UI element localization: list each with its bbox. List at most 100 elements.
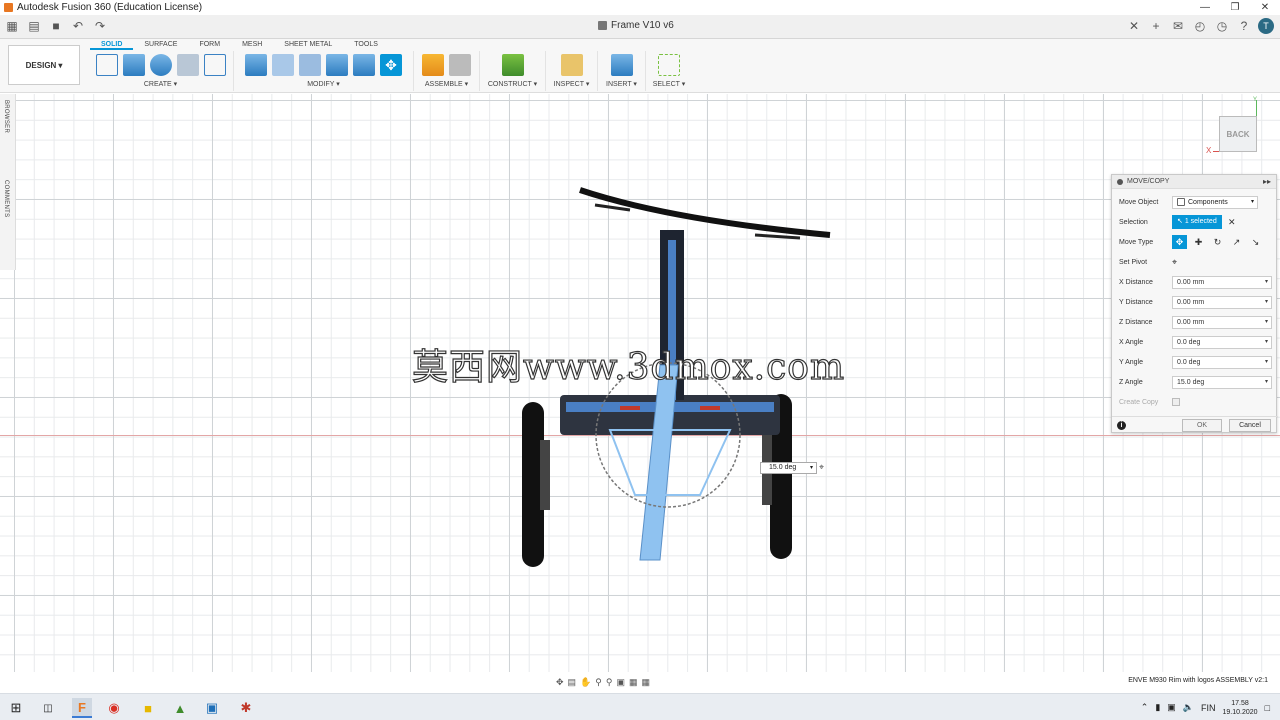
close-tab-icon[interactable]: ✕ xyxy=(1126,18,1142,34)
app-red-icon[interactable]: ✱ xyxy=(236,698,256,718)
x-distance-input[interactable]: 0.00 mm ▾ xyxy=(1172,275,1272,289)
display-settings-icon[interactable]: ▣ xyxy=(616,677,625,688)
zoom-icon[interactable]: ⚲ xyxy=(595,677,602,688)
y-angle-input[interactable]: 0.0 deg ▾ xyxy=(1172,355,1272,369)
comments-tab[interactable]: COMMENTS xyxy=(3,180,9,217)
create-sketch-icon[interactable] xyxy=(95,54,118,76)
tab-surface[interactable]: SURFACE xyxy=(133,40,188,50)
insert-menu[interactable]: INSERT ▾ xyxy=(606,80,637,88)
view-cube[interactable]: BACK xyxy=(1219,116,1257,152)
tab-form[interactable]: FORM xyxy=(188,40,231,50)
press-pull-icon[interactable] xyxy=(245,54,267,76)
new-component-icon[interactable] xyxy=(422,54,444,76)
volume-icon[interactable]: 🔈 xyxy=(1183,702,1194,713)
ok-button[interactable]: OK xyxy=(1182,419,1222,432)
windows-taskbar: ⊞ ◫ F ◉ ■ ▲ ▣ ✱ ⌃ ▮ ▣ 🔈 FIN 17.58 19.10.… xyxy=(0,693,1280,720)
help-icon[interactable]: ? xyxy=(1236,18,1252,34)
notifications-icon[interactable]: ◴ xyxy=(1192,18,1208,34)
grid-settings-icon[interactable]: ▦ xyxy=(629,677,638,688)
point-to-point-icon[interactable]: ↗ xyxy=(1229,235,1244,249)
construct-menu[interactable]: CONSTRUCT ▾ xyxy=(488,80,537,88)
y-distance-input[interactable]: 0.00 mm ▾ xyxy=(1172,295,1272,309)
pattern-icon[interactable] xyxy=(203,54,226,76)
move-copy-icon[interactable]: ✥ xyxy=(380,54,402,76)
app-green-icon[interactable]: ▲ xyxy=(170,698,190,718)
task-view-icon[interactable]: ◫ xyxy=(38,698,58,718)
combine-icon[interactable] xyxy=(353,54,375,76)
restore-button[interactable]: ❐ xyxy=(1220,0,1250,15)
minimize-button[interactable]: — xyxy=(1190,0,1220,15)
assemble-menu[interactable]: ASSEMBLE ▾ xyxy=(425,80,468,88)
x-angle-input[interactable]: 0.0 deg ▾ xyxy=(1172,335,1272,349)
workspace-switcher[interactable]: DESIGN ▾ xyxy=(8,45,80,85)
notifications-center-icon[interactable]: □ xyxy=(1265,703,1270,713)
new-tab-icon[interactable]: + xyxy=(1148,18,1164,34)
chrome-icon[interactable]: ◉ xyxy=(104,698,124,718)
grid-menu-icon[interactable]: ▦ xyxy=(4,18,20,34)
document-tab[interactable]: Frame V10 v6 xyxy=(598,20,674,31)
close-button[interactable]: ✕ xyxy=(1250,0,1280,15)
file-icon[interactable]: ▤ xyxy=(26,18,42,34)
photos-icon[interactable]: ▣ xyxy=(202,698,222,718)
tab-tools[interactable]: TOOLS xyxy=(343,40,389,50)
selected-component[interactable] xyxy=(639,364,679,561)
z-angle-input[interactable]: 15.0 deg ▾ xyxy=(1172,375,1272,389)
extrude-icon[interactable] xyxy=(122,54,145,76)
inspect-menu[interactable]: INSPECT ▾ xyxy=(554,80,590,88)
save-icon[interactable]: ■ xyxy=(48,18,64,34)
document-title: Frame V10 v6 xyxy=(611,20,674,31)
offset-plane-icon[interactable] xyxy=(501,54,524,76)
create-copy-checkbox[interactable] xyxy=(1172,398,1180,406)
fillet-icon[interactable] xyxy=(272,54,294,76)
select-window-icon[interactable] xyxy=(658,54,680,76)
insert-image-icon[interactable] xyxy=(610,54,633,76)
cancel-button[interactable]: Cancel xyxy=(1229,419,1271,432)
file-explorer-icon[interactable]: ■ xyxy=(138,698,158,718)
select-menu[interactable]: SELECT ▾ xyxy=(653,80,686,88)
pin-icon[interactable]: ⌖ xyxy=(819,462,824,473)
create-menu[interactable]: CREATE ▾ xyxy=(144,80,177,88)
viewports-icon[interactable]: ▦ xyxy=(642,677,651,688)
joint-icon[interactable] xyxy=(449,54,471,76)
orbit-icon[interactable]: ✥ xyxy=(556,677,564,688)
revolve-icon[interactable] xyxy=(149,54,172,76)
rotate-icon[interactable]: ↻ xyxy=(1210,235,1225,249)
fusion-taskbar-icon[interactable]: F xyxy=(72,698,92,718)
angle-input[interactable]: 15.0 deg ▾ xyxy=(760,462,817,474)
windows-start-icon[interactable]: ⊞ xyxy=(6,698,26,718)
browser-tab[interactable]: BROWSER xyxy=(3,100,9,133)
point-to-position-icon[interactable]: ↘ xyxy=(1248,235,1263,249)
free-move-icon[interactable]: ✥ xyxy=(1172,235,1187,249)
tab-solid[interactable]: SOLID xyxy=(90,40,134,50)
set-pivot-icon[interactable]: ⌖ xyxy=(1172,257,1177,268)
language-indicator[interactable]: FIN xyxy=(1201,703,1216,713)
clear-selection-button[interactable]: ✕ xyxy=(1228,217,1236,228)
tab-mesh[interactable]: MESH xyxy=(231,40,273,50)
look-at-icon[interactable]: ▤ xyxy=(568,677,577,688)
battery-icon[interactable]: ▮ xyxy=(1155,702,1160,713)
modify-menu[interactable]: MODIFY ▾ xyxy=(307,80,340,88)
move-object-dropdown[interactable]: Components ▾ xyxy=(1172,195,1258,209)
translate-icon[interactable]: ✚ xyxy=(1191,235,1206,249)
info-icon[interactable]: i xyxy=(1117,421,1126,430)
chamfer-icon[interactable] xyxy=(299,54,321,76)
pan-icon[interactable]: ✋ xyxy=(580,677,591,688)
chat-icon[interactable]: ✉ xyxy=(1170,18,1186,34)
undo-icon[interactable]: ↶ xyxy=(70,18,86,34)
expand-icon[interactable]: ▸▸ xyxy=(1263,177,1271,186)
redo-icon[interactable]: ↷ xyxy=(92,18,108,34)
user-avatar[interactable]: T xyxy=(1258,18,1274,34)
z-distance-input[interactable]: 0.00 mm ▾ xyxy=(1172,315,1272,329)
hole-icon[interactable] xyxy=(176,54,199,76)
view-cube-y-label: Y xyxy=(1253,97,1258,103)
jobs-icon[interactable]: ◷ xyxy=(1214,18,1230,34)
selection-button[interactable]: ↖ 1 selected xyxy=(1172,215,1222,229)
dialog-header[interactable]: MOVE/COPY ▸▸ xyxy=(1112,175,1276,189)
shell-icon[interactable] xyxy=(326,54,348,76)
network-icon[interactable]: ▣ xyxy=(1167,702,1176,713)
measure-icon[interactable] xyxy=(560,54,583,76)
clock[interactable]: 17.58 19.10.2020 xyxy=(1223,699,1258,717)
tab-sheet-metal[interactable]: SHEET METAL xyxy=(273,40,343,50)
chevron-up-icon[interactable]: ⌃ xyxy=(1141,702,1149,713)
zoom-window-icon[interactable]: ⚲ xyxy=(606,677,613,688)
